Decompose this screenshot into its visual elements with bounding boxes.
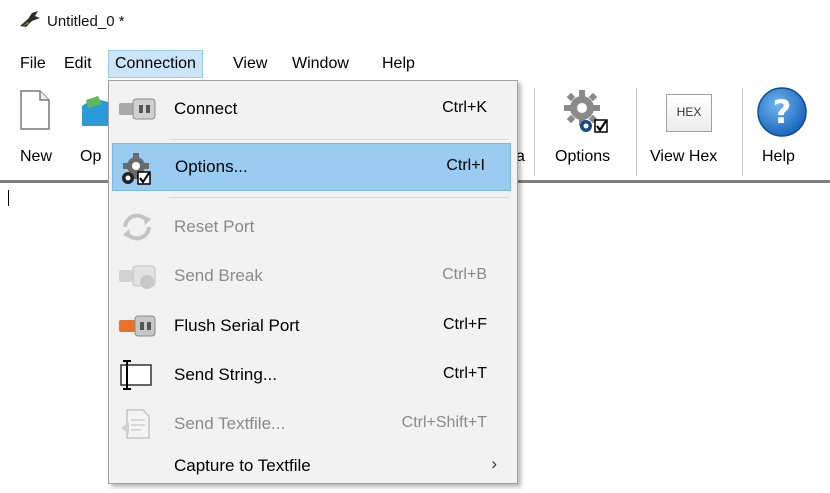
open-label: Op [80,148,102,165]
app-icon [18,10,42,30]
window-title: Untitled_0 * [47,13,125,30]
view-hex-button[interactable]: HEX View Hex [644,80,736,180]
view-hex-label: View Hex [650,148,718,165]
menu-item-send-break[interactable]: Send Break Ctrl+B [109,252,515,300]
reset-port-icon [117,211,157,243]
menu-bar: File Edit Connection View Window Help [0,50,830,78]
new-document-icon [20,90,50,135]
help-button[interactable]: ? Help [750,80,816,180]
options-label: Options... [175,157,248,176]
connect-shortcut: Ctrl+K [442,99,487,116]
hex-icon: HEX [666,94,712,132]
reset-port-label: Reset Port [174,217,255,236]
toolbar-separator [636,88,637,176]
text-caret [8,190,9,206]
options-button[interactable]: Options [546,80,632,180]
flush-serial-port-label: Flush Serial Port [174,316,300,335]
menu-separator [169,139,509,140]
connection-menu: Connect Ctrl+K Options... Ctrl+I Reset P… [108,80,518,484]
send-break-shortcut: Ctrl+B [442,266,487,283]
send-break-label: Send Break [174,266,263,285]
connect-label: Connect [174,99,238,118]
connect-icon [117,93,157,125]
options-shortcut: Ctrl+I [446,157,485,174]
menu-item-flush-serial-port[interactable]: Flush Serial Port Ctrl+F [109,302,515,350]
submenu-arrow-icon: › [491,454,497,473]
send-textfile-icon [117,408,157,440]
menu-view[interactable]: View [227,50,273,78]
menu-window[interactable]: Window [286,50,355,78]
send-string-icon [117,359,157,391]
menu-item-options[interactable]: Options... Ctrl+I [112,143,511,191]
title-bar: Untitled_0 * [0,0,830,44]
hex-badge-text: HEX [676,105,702,119]
flush-port-icon [117,310,157,342]
menu-item-send-string[interactable]: Send String... Ctrl+T [109,351,515,399]
help-question-icon: ? [756,86,808,143]
toolbar-separator [742,88,743,176]
new-label: New [20,148,53,165]
menu-connection[interactable]: Connection [108,50,203,78]
help-label: Help [762,148,795,165]
capture-to-textfile-label: Capture to Textfile [174,456,311,475]
options-gear-icon [118,152,158,185]
menu-edit[interactable]: Edit [58,50,98,78]
open-folder-icon [80,96,108,133]
menu-item-send-textfile[interactable]: Send Textfile... Ctrl+Shift+T [109,400,515,448]
menu-help[interactable]: Help [376,50,421,78]
send-break-icon [117,260,157,292]
open-button[interactable]: Op [74,80,108,180]
options-gear-icon [562,88,612,143]
menu-item-capture-to-textfile[interactable]: Capture to Textfile › [109,442,515,490]
options-label: Options [555,148,611,165]
send-string-label: Send String... [174,365,278,384]
menu-separator [169,197,509,198]
menu-file[interactable]: File [14,50,52,78]
send-string-shortcut: Ctrl+T [443,365,487,382]
svg-text:?: ? [773,93,792,131]
menu-item-reset-port[interactable]: Reset Port [109,203,515,251]
send-textfile-label: Send Textfile... [174,414,286,433]
flush-serial-port-shortcut: Ctrl+F [443,316,487,333]
send-textfile-shortcut: Ctrl+Shift+T [401,414,487,431]
toolbar-separator [534,88,535,176]
new-button[interactable]: New [10,80,62,180]
menu-item-connect[interactable]: Connect Ctrl+K [109,85,515,133]
